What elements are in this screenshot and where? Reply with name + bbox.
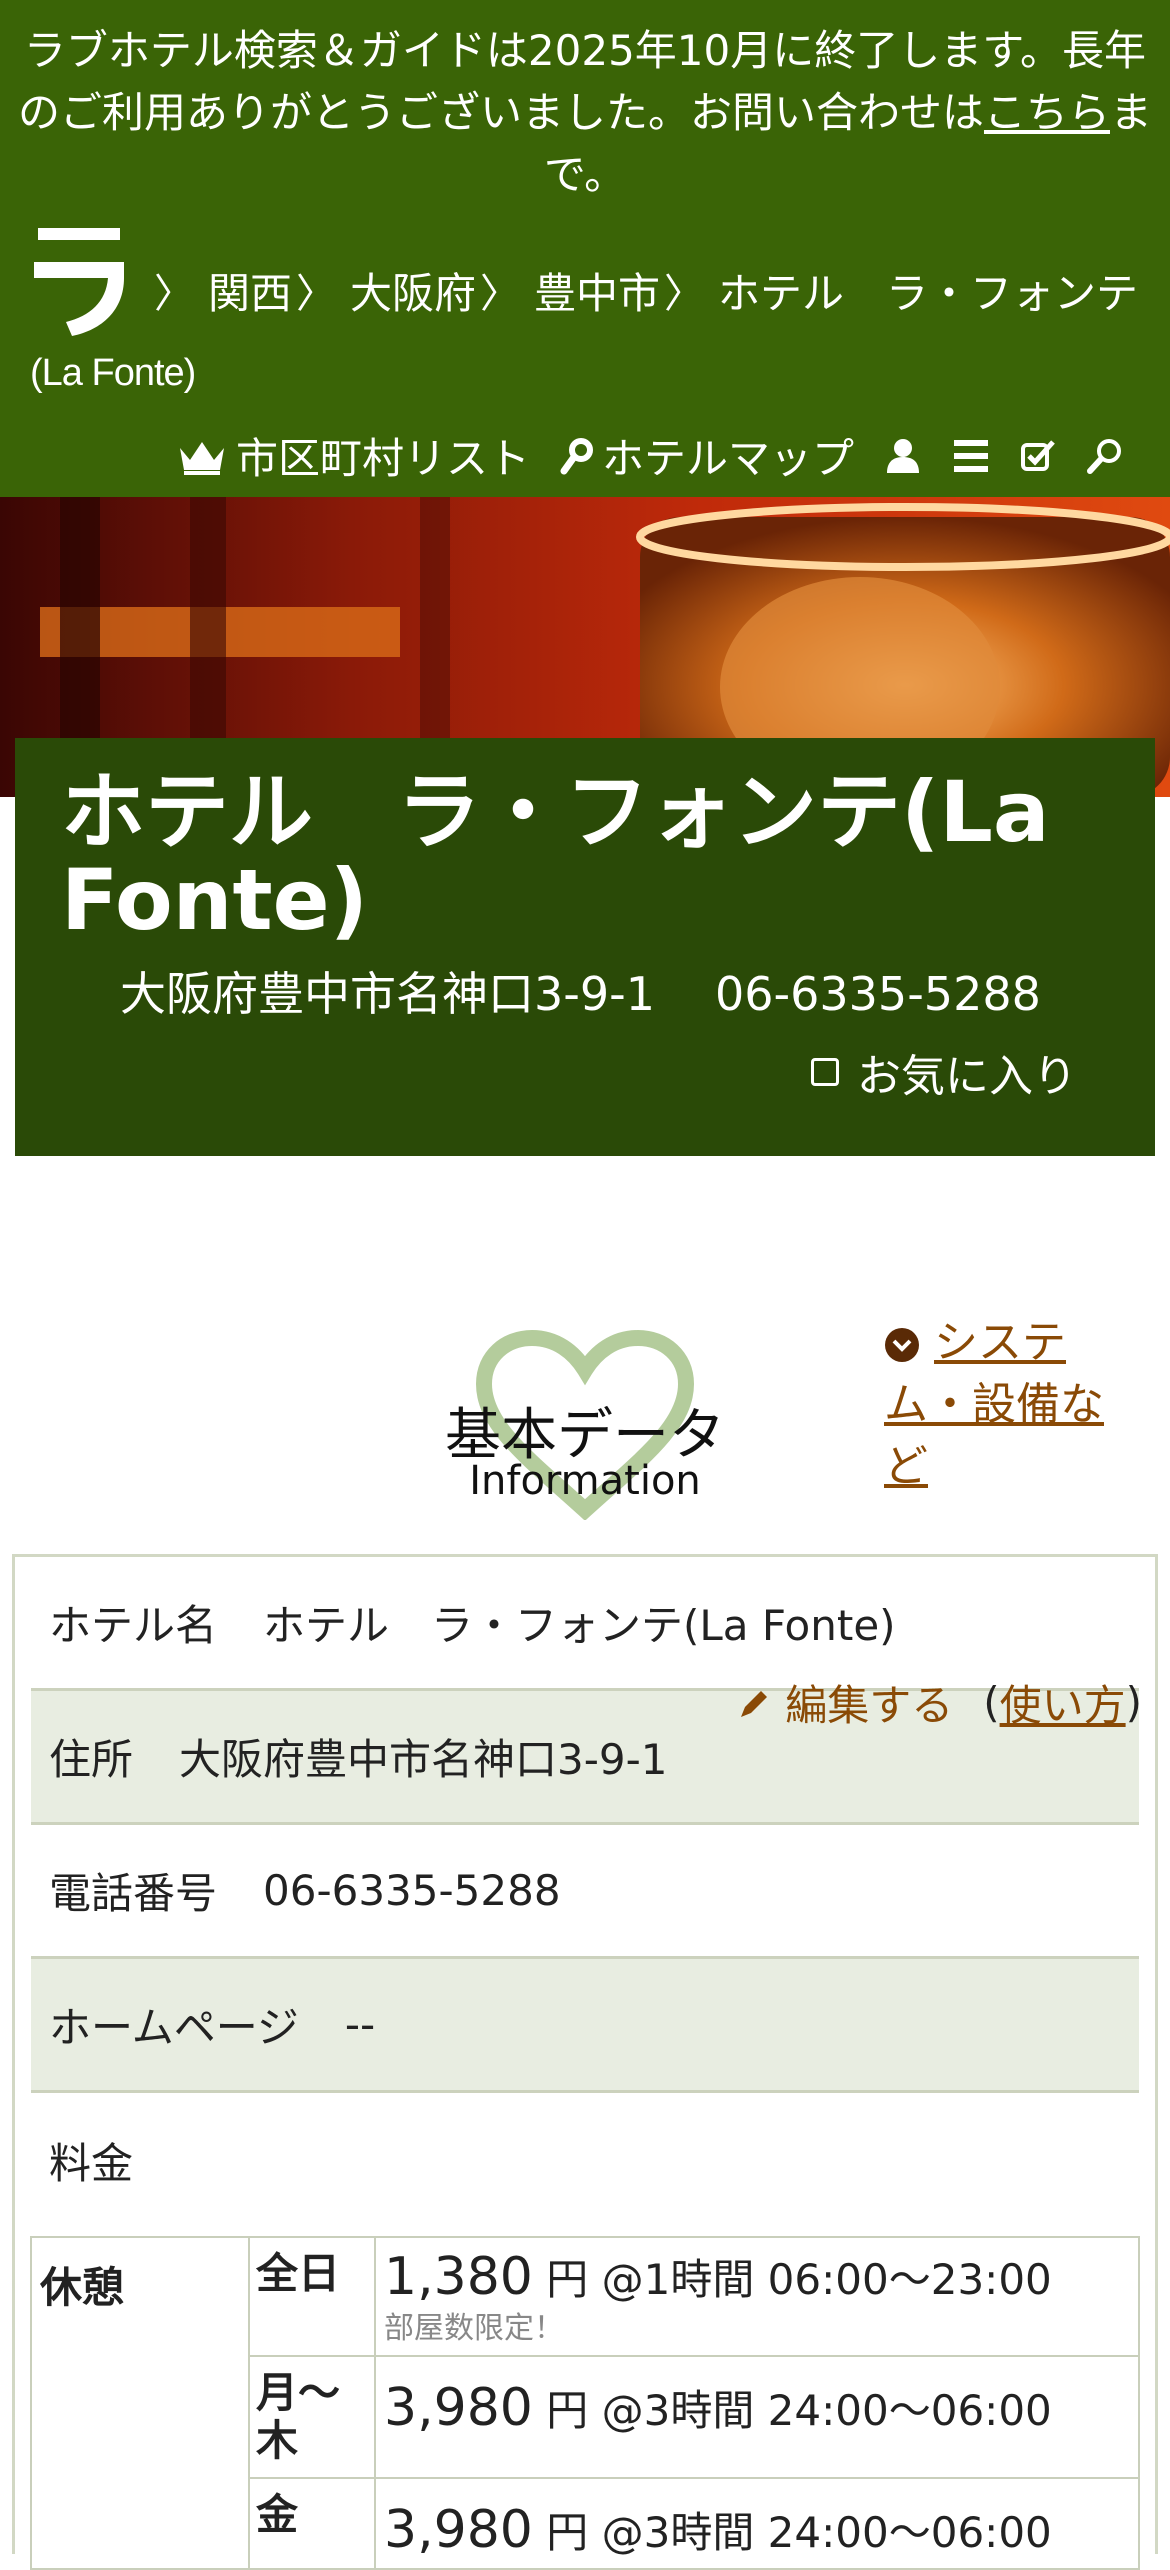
row-key: 料金 — [49, 2138, 134, 2188]
price-value: 3,980 円 @3時間 24:00〜06:00 — [374, 2355, 1140, 2479]
chevron-right-icon: 〉 — [664, 271, 705, 317]
price-detail: @1時間 06:00〜23:00 — [601, 2255, 1052, 2304]
search-icon — [1087, 438, 1121, 474]
price-unit: 円 — [546, 2255, 589, 2304]
contact-link[interactable]: こちら — [984, 88, 1110, 137]
hotel-header-card: ホテル ラ・フォンテ(La Fonte) 大阪府豊中市名神口3-9-1 06-63… — [15, 738, 1155, 1156]
help-link[interactable]: 使い方 — [1000, 1672, 1126, 1733]
breadcrumb-kansai[interactable]: 関西 — [208, 260, 292, 321]
price-day: 金 — [248, 2477, 376, 2570]
logo-text: (La Fonte) — [30, 352, 196, 394]
row-key: ホテル名 — [49, 1601, 218, 1650]
city-list-button[interactable]: 市区町村リスト — [176, 425, 530, 486]
chevron-right-icon: 〉 — [296, 271, 337, 317]
chevron-down-circle-icon — [885, 1328, 919, 1362]
hotel-contact: 大阪府豊中市名神口3-9-1 06-6335-5288 — [120, 958, 1041, 1024]
price-amount: 1,380 — [384, 2247, 533, 2307]
toolbar: 市区町村リスト ホテルマップ — [146, 425, 1124, 486]
section-title-en: Information — [469, 1458, 701, 1504]
section-heading: 基本データ Information — [420, 1330, 750, 1530]
hotel-map-button[interactable]: ホテルマップ — [560, 425, 854, 486]
row-value: -- — [344, 2000, 376, 2049]
checkbox-icon — [811, 1058, 839, 1086]
hotel-map-label: ホテルマップ — [601, 434, 854, 483]
price-amount: 3,980 — [384, 2378, 533, 2438]
price-detail: @3時間 24:00〜06:00 — [601, 2386, 1052, 2435]
price-value: 1,380 円 @1時間 06:00〜23:00 部屋数限定！ — [374, 2236, 1140, 2357]
price-table: 休憩 全日 1,380 円 @1時間 06:00〜23:00 部屋数限定！ 月〜… — [30, 2236, 1140, 2570]
row-value: 大阪府豊中市名神口3-9-1 — [179, 1735, 668, 1784]
price-day: 月〜木 — [248, 2355, 376, 2479]
row-key: 電話番号 — [49, 1869, 218, 1918]
row-hotel-name: ホテル名 ホテル ラ・フォンテ(La Fonte) — [31, 1557, 1139, 1691]
row-tel: 電話番号 06-6335-5288 — [31, 1825, 1139, 1959]
chevron-right-icon: 〉 — [480, 271, 521, 317]
row-value: ホテル ラ・フォンテ(La Fonte) — [263, 1601, 896, 1650]
hotel-address: 大阪府豊中市名神口3-9-1 — [120, 967, 655, 1021]
city-list-label: 市区町村リスト — [235, 434, 530, 483]
price-unit: 円 — [546, 2386, 589, 2435]
site-logo[interactable] — [32, 218, 132, 338]
table-row: 休憩 全日 1,380 円 @1時間 06:00〜23:00 部屋数限定！ — [30, 2236, 1140, 2570]
price-amount: 3,980 — [384, 2500, 533, 2560]
row-key: ホームページ — [49, 2003, 299, 2052]
price-detail: @3時間 24:00〜06:00 — [601, 2508, 1052, 2557]
price-value: 3,980 円 @3時間 24:00〜06:00 — [374, 2477, 1140, 2570]
search-icon — [560, 437, 593, 474]
row-value[interactable]: 06-6335-5288 — [263, 1866, 561, 1915]
breadcrumb-toyonaka[interactable]: 豊中市 — [534, 260, 660, 321]
search-button[interactable] — [1086, 437, 1124, 475]
price-day: 全日 — [248, 2236, 376, 2357]
closure-notice: ラブホテル検索＆ガイドは2025年10月に終了します。長年のご利用ありがとうござ… — [16, 20, 1154, 206]
notice-text: ラブホテル検索＆ガイドは2025年10月に終了します。長年のご利用ありがとうござ… — [17, 26, 1147, 137]
row-homepage: ホームページ -- — [31, 1959, 1139, 2093]
user-icon — [887, 438, 919, 473]
menu-icon — [954, 439, 988, 472]
top-header: ラブホテル検索＆ガイドは2025年10月に終了します。長年のご利用ありがとうござ… — [0, 0, 1170, 497]
price-unit: 円 — [546, 2508, 589, 2557]
user-button[interactable] — [884, 437, 922, 475]
chevron-right-icon: 〉 — [154, 271, 194, 317]
hotel-tel[interactable]: 06-6335-5288 — [715, 967, 1041, 1021]
favorite-label: お気に入り — [857, 1051, 1077, 1102]
crown-icon — [179, 441, 224, 475]
price-category: 休憩 — [30, 2236, 250, 2570]
price-note: 部屋数限定！ — [384, 2311, 564, 2346]
checkbox-icon — [1021, 439, 1055, 471]
edit-link[interactable]: 編集する — [785, 1672, 953, 1733]
pencil-icon — [741, 1690, 768, 1717]
hotel-title: ホテル ラ・フォンテ(La Fonte) — [61, 763, 1050, 949]
checklist-button[interactable] — [1020, 438, 1056, 474]
breadcrumb-osaka[interactable]: 大阪府 — [350, 260, 476, 321]
menu-button[interactable] — [952, 438, 990, 474]
breadcrumb: 〉 関西 〉 大阪府 〉 豊中市 〉 ホテル ラ・フォンテ — [150, 262, 1138, 318]
edit-control: 編集する (使い方) — [737, 1672, 1142, 1733]
system-facilities-link[interactable]: システム・設備など — [884, 1312, 1144, 1498]
breadcrumb-hotel: ホテル ラ・フォンテ — [718, 268, 1139, 318]
favorite-toggle[interactable]: お気に入り — [811, 1040, 1077, 1104]
row-price: 料金 — [31, 2093, 1139, 2227]
row-key: 住所 — [49, 1735, 134, 1784]
